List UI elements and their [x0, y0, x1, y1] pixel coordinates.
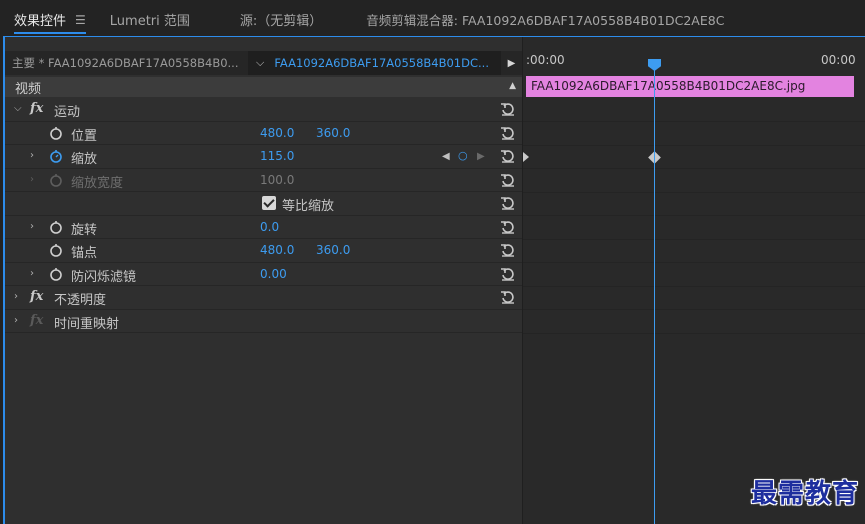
- property-row-rotation[interactable]: › 旋转 0.0: [5, 216, 522, 239]
- effect-rows: ⌵ fx 运动 位置 480.0 360.0 › 缩放 115.0 ◀ ○ ▶ …: [5, 98, 522, 333]
- property-row-position[interactable]: 位置 480.0 360.0: [5, 122, 522, 145]
- rotation-value[interactable]: 0.0: [260, 220, 279, 234]
- anchor-x-value[interactable]: 480.0: [260, 243, 294, 257]
- tab-source-label: 源:（无剪辑）: [239, 14, 323, 29]
- master-clip-label[interactable]: 主要 * FAA1092A6DBAF17A0558B4B0...: [5, 55, 248, 71]
- timeline-row-divider: [523, 168, 865, 169]
- effect-row-opacity[interactable]: › fx 不透明度: [5, 286, 522, 310]
- reset-icon[interactable]: [500, 219, 516, 235]
- antiflicker-value[interactable]: 0.00: [260, 267, 287, 281]
- time-remapping-label: 时间重映射: [54, 316, 120, 332]
- clip-bar[interactable]: FAA1092A6DBAF17A0558B4B01DC2AE8C.jpg: [526, 76, 854, 97]
- chevron-right-icon[interactable]: ›: [30, 221, 34, 232]
- fx-icon[interactable]: fx: [30, 101, 43, 116]
- effect-row-motion[interactable]: ⌵ fx 运动: [5, 98, 522, 122]
- tab-lumetri-scopes[interactable]: Lumetri 范围: [110, 0, 190, 36]
- effect-properties-area: 主要 * FAA1092A6DBAF17A0558B4B0... ⌵ FAA10…: [5, 37, 522, 524]
- sequence-bar: 主要 * FAA1092A6DBAF17A0558B4B0... ⌵ FAA10…: [5, 51, 522, 75]
- stopwatch-icon[interactable]: [49, 126, 63, 140]
- tab-effect-controls[interactable]: 效果控件 ☰: [14, 0, 86, 36]
- stopwatch-active-icon[interactable]: [49, 149, 63, 163]
- scale-width-label: 缩放宽度: [71, 175, 124, 191]
- timeline-row-divider: [523, 309, 865, 310]
- position-x-value[interactable]: 480.0: [260, 126, 294, 140]
- effect-row-time-remapping[interactable]: › fx 时间重映射: [5, 310, 522, 333]
- antiflicker-label: 防闪烁滤镜: [71, 269, 137, 285]
- toggle-timeline-icon[interactable]: ▶: [501, 58, 522, 69]
- timeline-row-divider: [523, 262, 865, 263]
- timeline-row-divider: [523, 215, 865, 216]
- property-row-scale-width: › 缩放宽度 100.0: [5, 169, 522, 192]
- stopwatch-icon: [50, 173, 62, 187]
- scale-width-value: 100.0: [260, 172, 295, 187]
- stopwatch-icon[interactable]: [49, 220, 63, 234]
- keyframe-start-marker-icon: [523, 152, 529, 162]
- prev-keyframe-icon[interactable]: ◀: [442, 151, 450, 162]
- scroll-up-icon[interactable]: ▲: [509, 81, 516, 91]
- timeline-row-divider: [523, 145, 865, 146]
- reset-icon[interactable]: [500, 289, 516, 305]
- anchor-y-value[interactable]: 360.0: [316, 243, 350, 257]
- fx-icon[interactable]: fx: [30, 289, 43, 304]
- add-keyframe-icon[interactable]: ○: [458, 149, 468, 162]
- rotation-label: 旋转: [71, 222, 98, 238]
- uniform-scale-label: 等比缩放: [282, 199, 335, 214]
- reset-icon[interactable]: [500, 242, 516, 258]
- position-y-value[interactable]: 360.0: [316, 126, 350, 140]
- chevron-right-icon[interactable]: ›: [30, 268, 34, 279]
- hamburger-icon[interactable]: ☰: [75, 13, 86, 27]
- tab-audio-clip-mixer-label: 音频剪辑混合器: FAA1092A6DBAF17A0558B4B01DC2AE8…: [366, 13, 725, 28]
- timecode-start: :00:00: [526, 53, 565, 67]
- stopwatch-icon[interactable]: [49, 243, 63, 257]
- sequence-clip-dropdown[interactable]: ⌵ FAA1092A6DBAF17A0558B4B01DC...: [248, 51, 501, 75]
- keyframe-timeline[interactable]: :00:00 00:00 FAA1092A6DBAF17A0558B4B01DC…: [522, 37, 865, 524]
- watermark-text: 最需教育: [750, 479, 859, 509]
- timeline-row-divider: [523, 239, 865, 240]
- chevron-down-icon: ⌵: [256, 56, 265, 69]
- property-row-scale[interactable]: › 缩放 115.0 ◀ ○ ▶: [5, 145, 522, 169]
- time-ruler[interactable]: :00:00 00:00: [523, 51, 865, 73]
- chevron-right-icon[interactable]: ›: [30, 150, 34, 161]
- reset-icon[interactable]: [500, 148, 516, 164]
- reset-icon[interactable]: [500, 125, 516, 141]
- tab-lumetri-scopes-label: Lumetri 范围: [109, 14, 190, 29]
- panel-tab-bar: 效果控件 ☰ Lumetri 范围 源:（无剪辑） 音频剪辑混合器: FAA109…: [0, 0, 865, 36]
- timeline-row-divider: [523, 286, 865, 287]
- section-video-title: 视频: [15, 81, 42, 97]
- reset-icon[interactable]: [500, 101, 516, 117]
- playhead-line[interactable]: [654, 67, 655, 524]
- property-row-anchor-point[interactable]: 锚点 480.0 360.0: [5, 239, 522, 263]
- position-label: 位置: [71, 128, 98, 144]
- opacity-label: 不透明度: [54, 293, 107, 308]
- effect-controls-panel: 主要 * FAA1092A6DBAF17A0558B4B0... ⌵ FAA10…: [3, 36, 865, 524]
- section-video: 视频 ▲: [5, 77, 522, 97]
- chevron-right-icon[interactable]: ›: [14, 291, 18, 302]
- stopwatch-icon[interactable]: [49, 267, 63, 281]
- reset-icon[interactable]: [500, 195, 516, 211]
- property-row-antiflicker[interactable]: › 防闪烁滤镜 0.00: [5, 263, 522, 286]
- chevron-right-icon: ›: [30, 173, 34, 185]
- scale-label: 缩放: [71, 152, 98, 167]
- timeline-row-divider: [523, 192, 865, 193]
- next-keyframe-icon[interactable]: ▶: [477, 151, 485, 162]
- anchor-point-label: 锚点: [71, 246, 98, 261]
- motion-label: 运动: [54, 105, 81, 120]
- tab-audio-clip-mixer[interactable]: 音频剪辑混合器: FAA1092A6DBAF17A0558B4B01DC2AE8…: [366, 0, 724, 36]
- chevron-down-icon[interactable]: ⌵: [14, 103, 22, 114]
- tab-effect-controls-label: 效果控件: [14, 14, 67, 29]
- timecode-end: 00:00: [821, 53, 856, 67]
- timeline-row-divider: [523, 121, 865, 122]
- chevron-right-icon[interactable]: ›: [14, 315, 18, 326]
- reset-icon[interactable]: [500, 172, 516, 188]
- property-row-uniform-scale[interactable]: 等比缩放: [5, 192, 522, 216]
- reset-icon[interactable]: [500, 266, 516, 282]
- sequence-clip-label: FAA1092A6DBAF17A0558B4B01DC...: [274, 56, 489, 70]
- tab-source[interactable]: 源:（无剪辑）: [240, 0, 322, 36]
- timeline-row-divider: [523, 333, 865, 334]
- fx-icon: fx: [30, 312, 44, 328]
- scale-value[interactable]: 115.0: [260, 149, 294, 163]
- uniform-scale-checkbox[interactable]: [262, 196, 276, 210]
